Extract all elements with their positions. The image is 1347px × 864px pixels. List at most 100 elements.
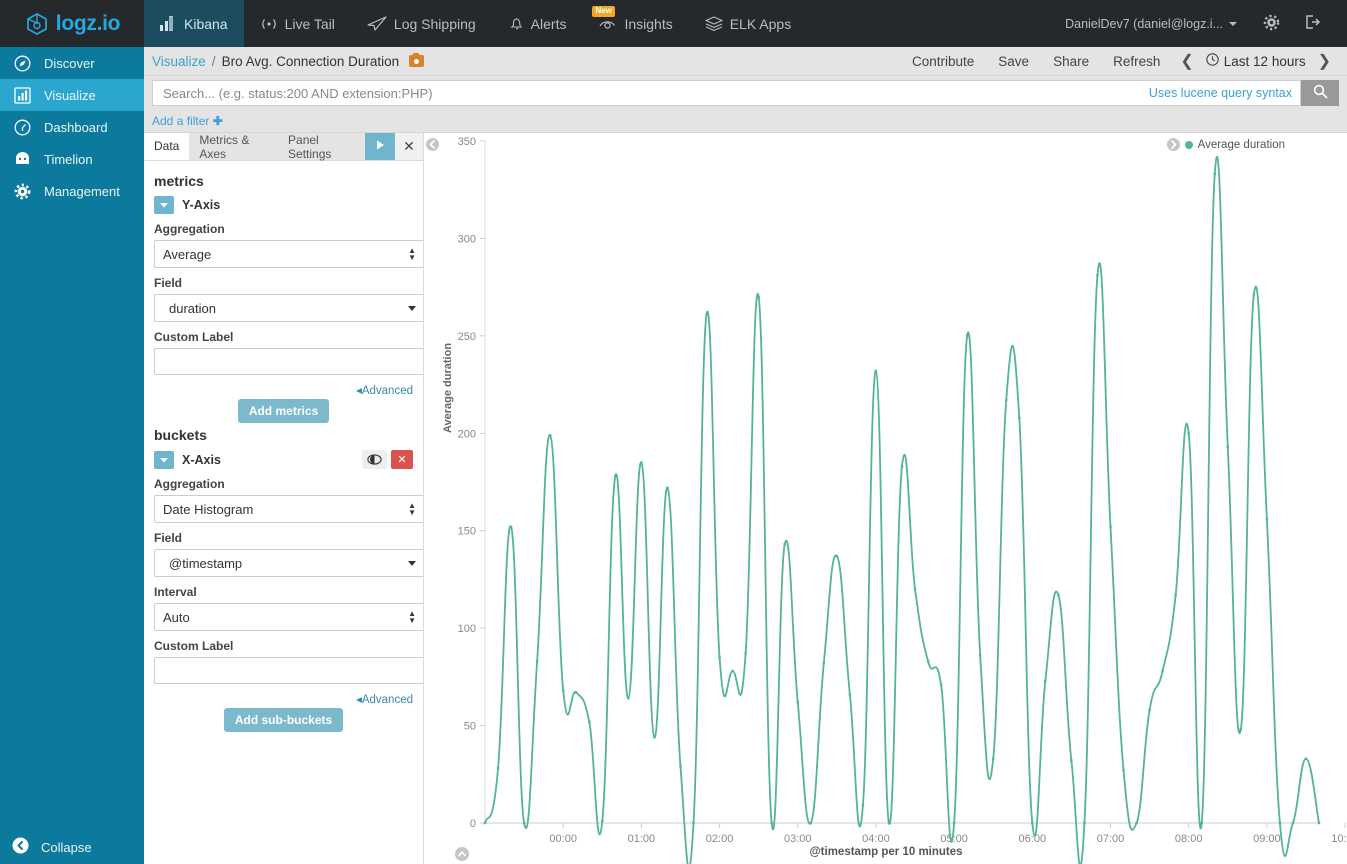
logout-button[interactable] xyxy=(1292,14,1333,33)
add-sub-buckets-button[interactable]: Add sub-buckets xyxy=(223,708,344,732)
sidebar-item-visualize[interactable]: Visualize xyxy=(0,79,144,111)
svg-text:50: 50 xyxy=(464,721,476,733)
buckets-interval-value: Auto xyxy=(163,609,190,625)
left-sidebar: Discover Visualize Dashboard Timelion Ma… xyxy=(0,47,144,864)
buckets-field-select[interactable]: @timestamp xyxy=(154,549,423,577)
chevron-down-icon xyxy=(408,560,416,566)
tab-data[interactable]: Data xyxy=(144,133,190,160)
buckets-aggregation-value: Date Histogram xyxy=(163,501,254,517)
sidebar-label-management: Management xyxy=(44,183,120,199)
account-menu[interactable]: DanielDev7 (daniel@logz.i... xyxy=(1051,17,1251,31)
add-metrics-button[interactable]: Add metrics xyxy=(237,399,330,423)
refresh-button[interactable]: Refresh xyxy=(1101,54,1172,69)
buckets-aggregation-select[interactable]: Date Histogram ▲ ▼ xyxy=(154,495,423,523)
tab-metrics-and-axes[interactable]: Metrics & Axes xyxy=(189,133,278,161)
metrics-advanced-toggle[interactable]: ◂Advanced xyxy=(154,383,413,397)
visualization-chart: Average duration Average duration @times… xyxy=(425,133,1347,864)
chevron-down-icon xyxy=(408,305,416,311)
buckets-x-axis-row: X-Axis ✕ xyxy=(154,450,413,469)
svg-text:150: 150 xyxy=(458,526,476,538)
compass-icon xyxy=(12,55,32,72)
sidebar-collapse-button[interactable]: Collapse xyxy=(0,830,144,864)
metrics-custom-label-input[interactable] xyxy=(154,348,423,375)
editor-collapse-button[interactable] xyxy=(426,138,439,151)
time-range-picker[interactable]: Last 12 hours xyxy=(1202,53,1310,69)
nav-item-alerts[interactable]: Alerts xyxy=(492,0,583,47)
buckets-interval-label: Interval xyxy=(154,585,197,599)
nav-label-elk-apps: ELK Apps xyxy=(729,15,792,32)
tab-panel-settings[interactable]: Panel Settings xyxy=(278,133,365,161)
logout-icon xyxy=(1304,14,1321,33)
add-filter-button[interactable]: Add a filter ✚ xyxy=(152,114,223,128)
settings-button[interactable] xyxy=(1251,14,1292,34)
sidebar-label-timelion: Timelion xyxy=(44,151,93,167)
svg-text:08:00: 08:00 xyxy=(1175,833,1203,845)
svg-text:10:00: 10:00 xyxy=(1331,833,1347,845)
buckets-interval-select[interactable]: Auto ▲ ▼ xyxy=(154,603,423,631)
editor-tab-buttons: ✕ xyxy=(365,133,423,160)
buckets-visibility-toggle[interactable] xyxy=(362,450,387,469)
metrics-y-axis-label: Y-Axis xyxy=(182,198,221,212)
buckets-remove-button[interactable]: ✕ xyxy=(391,450,413,469)
nav-label-log-shipping: Log Shipping xyxy=(393,15,476,32)
svg-text:0: 0 xyxy=(470,818,476,830)
paper-plane-icon xyxy=(367,16,387,31)
search-button[interactable] xyxy=(1301,80,1339,106)
buckets-aggregation-label: Aggregation xyxy=(154,477,225,491)
dashboard-icon xyxy=(12,119,32,136)
nav-label-kibana: Kibana xyxy=(184,15,228,32)
nav-item-live-tail[interactable]: Live Tail xyxy=(244,0,351,47)
spy-panel-toggle-button[interactable] xyxy=(455,847,469,861)
sidebar-label-dashboard: Dashboard xyxy=(44,119,108,135)
chevron-right-icon[interactable]: ❯ xyxy=(1310,51,1339,71)
metrics-aggregation-value: Average xyxy=(163,246,212,262)
buckets-advanced-label: Advanced xyxy=(361,694,413,706)
broadcast-icon xyxy=(260,17,278,31)
metrics-aggregation-select[interactable]: Average ▲ ▼ xyxy=(154,240,423,268)
sidebar-item-dashboard[interactable]: Dashboard xyxy=(0,111,144,143)
timelion-icon xyxy=(12,151,32,167)
gear-icon xyxy=(1263,14,1280,34)
nav-item-kibana[interactable]: Kibana xyxy=(144,0,244,47)
nav-label-insights: Insights xyxy=(624,15,673,32)
apply-changes-button[interactable] xyxy=(365,133,395,160)
svg-text:02:00: 02:00 xyxy=(706,833,734,845)
eye-icon xyxy=(598,17,617,31)
page-header: Visualize / Bro Avg. Connection Duration… xyxy=(144,47,1347,76)
sidebar-item-management[interactable]: Management xyxy=(0,175,144,207)
svg-text:06:00: 06:00 xyxy=(1019,833,1047,845)
breadcrumb-visualize[interactable]: Visualize xyxy=(152,54,206,69)
svg-text:00:00: 00:00 xyxy=(549,833,577,845)
discard-changes-button[interactable]: ✕ xyxy=(395,133,423,160)
sidebar-item-timelion[interactable]: Timelion xyxy=(0,143,144,175)
filter-bar: Add a filter ✚ xyxy=(144,110,1347,133)
close-icon: ✕ xyxy=(403,138,415,154)
svg-text:09:00: 09:00 xyxy=(1253,833,1281,845)
logzio-logo[interactable]: logz.io xyxy=(0,0,144,47)
chevron-left-icon[interactable]: ❮ xyxy=(1172,51,1201,71)
svg-text:07:00: 07:00 xyxy=(1097,833,1125,845)
buckets-advanced-toggle[interactable]: ◂Advanced xyxy=(154,692,413,706)
buckets-collapse-toggle[interactable] xyxy=(154,450,174,469)
metrics-field-select[interactable]: duration xyxy=(154,294,423,322)
sidebar-item-discover[interactable]: Discover xyxy=(0,47,144,79)
camera-icon[interactable] xyxy=(409,52,425,67)
stepper-arrows-icon: ▲ ▼ xyxy=(408,246,416,262)
chart-plot-area[interactable]: 0 50 100 150 200 250 300 350 00:00 01:00 02:00 03:0… xyxy=(425,133,1347,864)
search-input[interactable] xyxy=(161,84,1149,102)
buckets-custom-label-input[interactable] xyxy=(154,657,423,684)
save-button[interactable]: Save xyxy=(986,54,1041,69)
share-button[interactable]: Share xyxy=(1041,54,1101,69)
svg-text:100: 100 xyxy=(458,623,476,635)
lucene-syntax-hint[interactable]: Uses lucene query syntax xyxy=(1149,86,1292,100)
contribute-button[interactable]: Contribute xyxy=(900,54,986,69)
account-label: DanielDev7 (daniel@logz.i... xyxy=(1065,16,1223,31)
nav-item-log-shipping[interactable]: Log Shipping xyxy=(351,0,492,47)
nav-item-elk-apps[interactable]: ELK Apps xyxy=(689,0,808,47)
visualization-editor-panel: Data Metrics & Axes Panel Settings ✕ met… xyxy=(144,133,424,864)
metrics-custom-label-label: Custom Label xyxy=(154,330,234,344)
layers-icon xyxy=(704,16,723,31)
metrics-collapse-toggle[interactable] xyxy=(154,196,174,214)
sidebar-label-discover: Discover xyxy=(44,55,95,71)
nav-item-insights[interactable]: New Insights xyxy=(582,0,688,47)
